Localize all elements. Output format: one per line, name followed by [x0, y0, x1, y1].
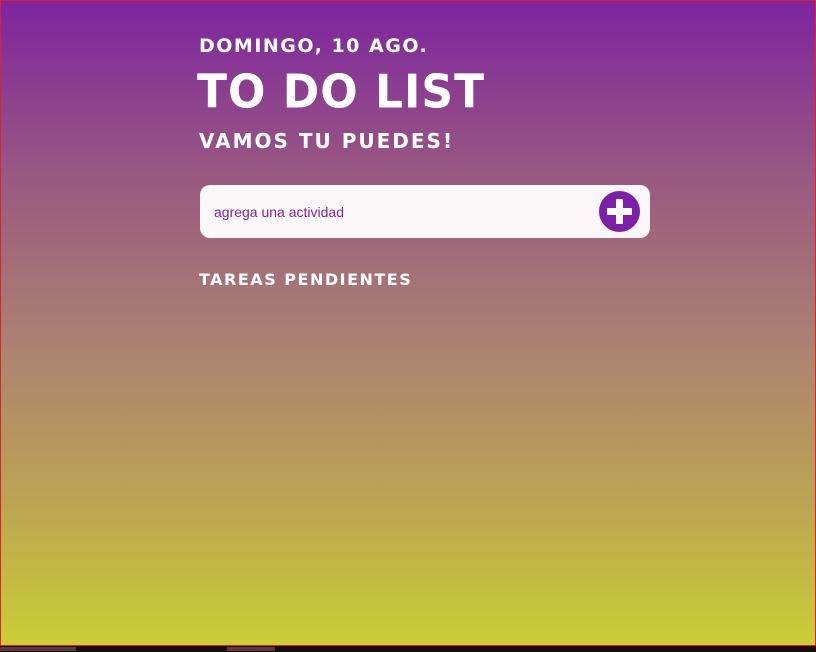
plus-icon	[607, 199, 632, 224]
scrollbar-track-segment	[0, 647, 76, 651]
add-task-button[interactable]	[599, 191, 640, 232]
scrollbar-thumb[interactable]	[227, 647, 275, 651]
app-background: Domingo, 10 ago. To Do List Vamos tu pue…	[0, 0, 816, 646]
horizontal-scrollbar[interactable]	[0, 646, 816, 652]
page-subtitle: Vamos tu puedes!	[199, 129, 455, 153]
pending-tasks-heading: Tareas pendientes	[199, 270, 413, 289]
task-input[interactable]	[214, 185, 594, 238]
page-title: To Do List	[197, 65, 486, 120]
add-task-bar	[200, 185, 650, 238]
current-date: Domingo, 10 ago.	[199, 35, 429, 57]
